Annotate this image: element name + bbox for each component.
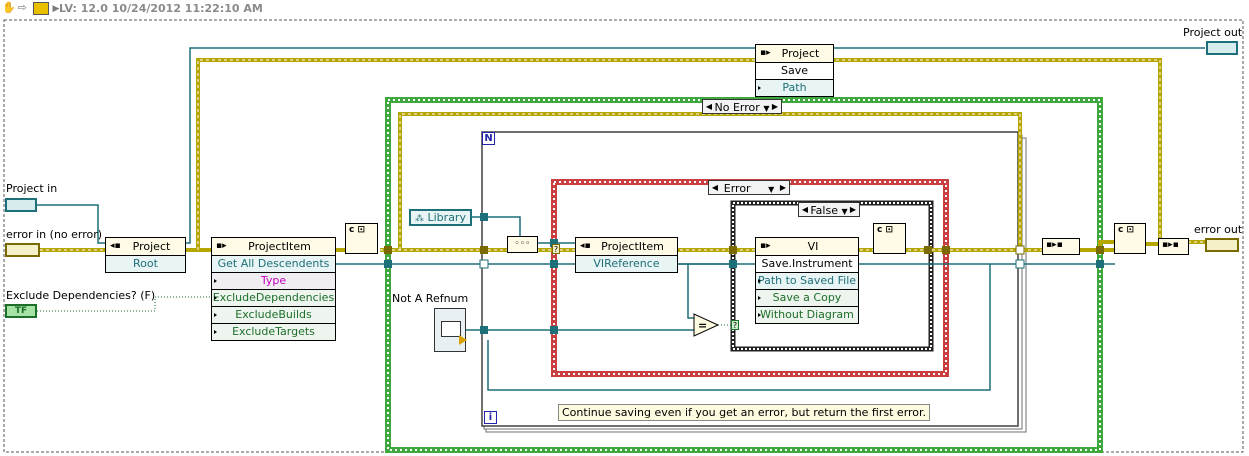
project-root-property-node[interactable]: ◂▪ Project Root — [105, 237, 186, 273]
method-icon: ▪▸ — [760, 241, 771, 251]
case-prev-arrow-icon[interactable]: ◀ — [703, 100, 715, 113]
bool-case-selector[interactable]: ◀ False ▼ ▶ — [798, 202, 860, 217]
vi-save-instrument-node[interactable]: ▪▸ VI Save.Instrument Path to Saved File … — [755, 237, 859, 324]
node-header: ▪▸ VI — [756, 238, 858, 256]
path-to-saved-file-row[interactable]: Path to Saved File — [756, 273, 858, 290]
case-next-arrow-icon[interactable]: ▶ — [769, 100, 781, 113]
error-cluster-icon: c ⊡ — [877, 225, 894, 235]
project-save-method-node[interactable]: ▪▸ Project Save Path — [755, 44, 834, 97]
diagram-comment: Continue saving even if you get an error… — [558, 404, 931, 421]
error-out-label: error out — [1194, 223, 1243, 236]
bool-case-selector-terminal[interactable]: ? — [731, 320, 739, 330]
library-label: Library — [427, 211, 466, 224]
root-property-row[interactable]: Root — [106, 256, 185, 272]
node-class-label: ProjectItem — [601, 240, 664, 253]
project-in-terminal[interactable] — [5, 198, 37, 212]
hierarchy-icon: ◦◦◦ — [514, 239, 531, 249]
exclude-builds-param-row[interactable]: ExcludeBuilds — [212, 307, 335, 324]
loop-count-terminal[interactable]: N — [482, 132, 495, 145]
clear-error-node-2[interactable]: c ⊡ — [873, 223, 906, 254]
merge-icon: ▪▸▪ — [1162, 240, 1179, 250]
property-icon: ◂▪ — [580, 241, 591, 251]
error-cluster-icon: c ⊡ — [349, 225, 366, 235]
node-class-label: ProjectItem — [248, 240, 311, 253]
get-all-descendents-row[interactable]: Get All Descendents — [212, 256, 335, 273]
save-method-row[interactable]: Save — [756, 63, 833, 80]
method-icon: ▪▸ — [760, 48, 771, 58]
error-out-terminal[interactable] — [1205, 238, 1239, 252]
node-class-label: Project — [132, 240, 171, 253]
error-cluster-icon: c ⊡ — [1118, 225, 1135, 235]
clear-error-node-3[interactable]: c ⊡ — [1114, 223, 1146, 254]
exclude-dependencies-param-row[interactable]: ExcludeDependencies — [212, 290, 335, 307]
error-case-selector-terminal[interactable]: ? — [552, 244, 560, 254]
bool-case-label: False — [810, 204, 838, 217]
refnum-icon — [441, 321, 461, 337]
vireference-property-row[interactable]: VIReference — [576, 256, 677, 272]
project-item-method-node[interactable]: ▪▸ ProjectItem Get All Descendents Type E… — [211, 237, 336, 341]
node-header: ▪▸ ProjectItem — [212, 238, 335, 256]
save-instrument-row[interactable]: Save.Instrument — [756, 256, 858, 273]
path-param-row[interactable]: Path — [756, 80, 833, 96]
library-constant[interactable]: ⁂ Library — [409, 209, 472, 226]
block-diagram: ✋ ⇨ ▶ LV: 12.0 10/24/2012 11:22:10 AM = … — [0, 0, 1249, 456]
library-icon: ⁂ — [415, 214, 424, 224]
node-class-label: Project — [781, 47, 820, 60]
exclude-dependencies-terminal[interactable]: TF — [5, 304, 37, 318]
case-next-arrow-icon[interactable]: ▶ — [777, 181, 789, 194]
error-in-label: error in (no error) — [6, 228, 103, 241]
outer-case-selector[interactable]: ◀ No Error ▼ ▶ — [702, 99, 782, 114]
clear-error-node-1[interactable]: c ⊡ — [345, 223, 378, 254]
for-loop[interactable] — [481, 131, 1019, 427]
not-a-refnum-constant[interactable] — [434, 308, 467, 352]
node-class-label: VI — [807, 240, 819, 253]
case-dropdown-icon[interactable]: ▼ — [754, 185, 774, 194]
equal-sign: = — [698, 319, 707, 332]
property-icon: ◂▪ — [110, 241, 121, 251]
project-out-terminal[interactable] — [1206, 41, 1238, 55]
project-in-label: Project in — [6, 182, 58, 195]
project-out-label: Project out — [1183, 26, 1243, 39]
node-header: ◂▪ ProjectItem — [576, 238, 677, 256]
play-icon — [459, 335, 467, 345]
project-item-vireference-node[interactable]: ◂▪ ProjectItem VIReference — [575, 237, 678, 273]
merge-errors-node-2[interactable]: ▪▸▪ — [1158, 238, 1189, 255]
merge-icon: ▪▸▪ — [1046, 240, 1063, 250]
error-case-selector[interactable]: ◀ Error ▼ ▶ — [708, 180, 790, 195]
method-icon: ▪▸ — [216, 241, 227, 251]
not-a-refnum-label: Not A Refnum — [392, 292, 469, 305]
exclude-dependencies-label: Exclude Dependencies? (F) — [6, 289, 156, 302]
to-more-specific-node[interactable]: ◦◦◦ — [507, 236, 538, 253]
node-header: ◂▪ Project — [106, 238, 185, 256]
wires-and-structures: = — [3, 19, 1244, 453]
merge-errors-node-1[interactable]: ▪▸▪ — [1042, 238, 1080, 255]
case-prev-arrow-icon[interactable]: ◀ — [799, 203, 811, 216]
error-in-terminal[interactable] — [5, 243, 40, 257]
node-header: ▪▸ Project — [756, 45, 833, 63]
exclude-targets-param-row[interactable]: ExcludeTargets — [212, 324, 335, 340]
case-prev-arrow-icon[interactable]: ◀ — [709, 181, 721, 194]
type-param-row[interactable]: Type — [212, 273, 335, 290]
outer-case-label: No Error — [714, 101, 760, 114]
loop-index-terminal[interactable]: i — [484, 411, 497, 424]
save-a-copy-row[interactable]: Save a Copy — [756, 290, 858, 307]
error-case-label: Error — [723, 182, 751, 195]
without-diagram-row[interactable]: Without Diagram — [756, 307, 858, 323]
case-next-arrow-icon[interactable]: ▶ — [847, 203, 859, 216]
